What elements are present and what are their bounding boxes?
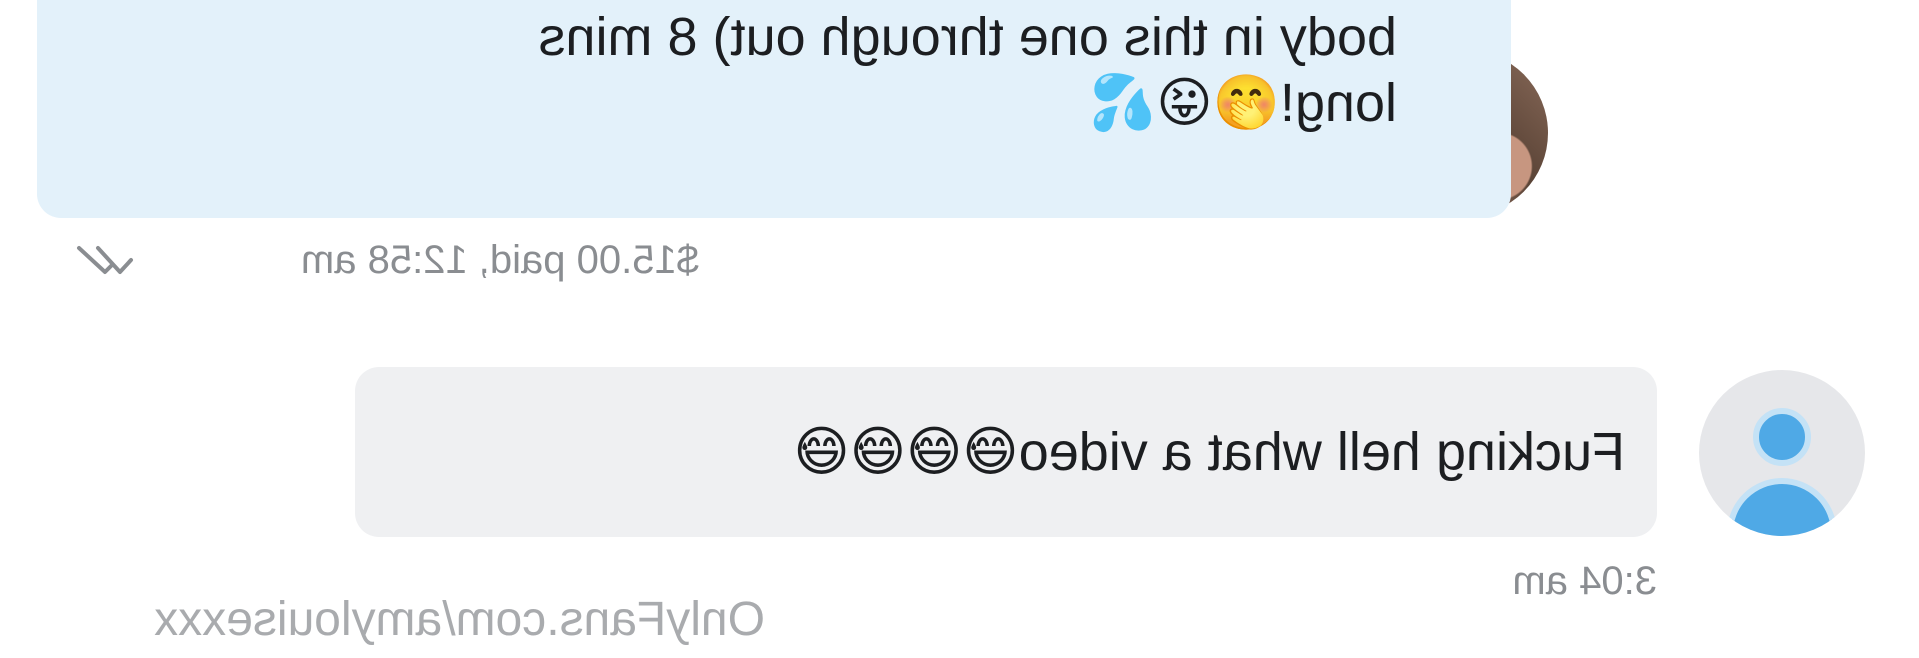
chat-thread: body in this one through out) 8 mins lon…: [0, 0, 1919, 658]
user-icon-head: [1753, 408, 1811, 466]
winking-tongue-emoji: 😜: [1156, 73, 1213, 133]
sweat-smile-emoji: 😅: [962, 422, 1019, 482]
user-icon-body: [1727, 478, 1837, 536]
sweat-smile-emoji: 😅: [849, 422, 907, 482]
reply-message-bubble[interactable]: Fucking hell what a video😅😅😅😅: [355, 367, 1657, 537]
paid-message-bubble[interactable]: body in this one through out) 8 mins lon…: [37, 0, 1511, 218]
message-text-line-1: body in this one through out) 8 mins: [538, 7, 1397, 67]
message-text-line-2: long!🤭😜💦: [77, 70, 1397, 136]
sweat-droplets-emoji: 💦: [1089, 73, 1157, 133]
message-price-time: $15.00 paid, 12:58 am: [300, 238, 699, 282]
sweat-smile-emoji: 😅: [906, 422, 963, 482]
fan-avatar[interactable]: [1699, 370, 1865, 536]
reply-text: Fucking hell what a video: [1018, 422, 1625, 482]
message-text-line-2-text: long!: [1279, 73, 1397, 133]
reply-timestamp: 3:04 am: [1512, 559, 1657, 603]
hand-over-mouth-emoji: 🤭: [1212, 73, 1280, 133]
double-check-icon: [77, 246, 133, 274]
sweat-smile-emoji: 😅: [793, 422, 850, 482]
watermark: OnlyFans.com/amylouisexxx: [154, 593, 765, 646]
